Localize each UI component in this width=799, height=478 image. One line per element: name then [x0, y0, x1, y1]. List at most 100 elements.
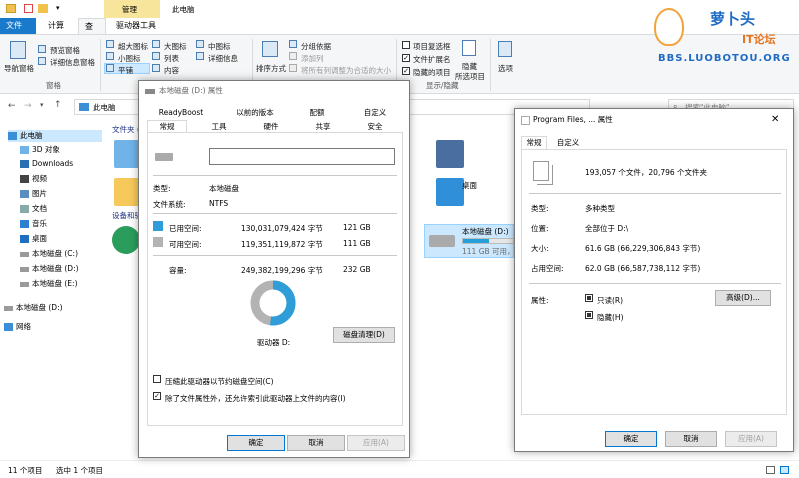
apply-button[interactable]: 应用(A) — [347, 435, 405, 451]
nav-item-pictures[interactable]: 图片 — [20, 188, 47, 200]
nav-pane-icon[interactable] — [10, 41, 26, 59]
tab-customize[interactable]: 自定义 — [347, 107, 403, 119]
apply-button[interactable]: 应用(A) — [725, 431, 777, 447]
tab-previous-versions[interactable]: 以前的版本 — [223, 107, 287, 119]
nav-item-desktop[interactable]: 桌面 — [20, 233, 47, 245]
address-text: 此电脑 — [93, 103, 116, 112]
fit-columns-icon — [289, 64, 297, 72]
drive-d-tile[interactable]: 本地磁盘 (D:) 111 GB 可用， — [424, 224, 515, 258]
nav-item-this-pc[interactable]: 此电脑 — [8, 130, 102, 142]
up-arrow-icon[interactable]: ↑ — [54, 101, 62, 110]
nav-pane-button[interactable]: 导航窗格 — [4, 63, 34, 74]
compress-checkbox[interactable] — [153, 375, 161, 383]
ok-button[interactable]: 确定 — [227, 435, 285, 451]
hidden-label: 隐藏(H) — [597, 313, 624, 322]
fit-columns-button[interactable]: 将所有列调整为合适的大小 — [301, 65, 391, 76]
item-checkboxes-checkbox[interactable] — [402, 41, 410, 49]
qat-dropdown-icon[interactable]: ▾ — [56, 5, 60, 12]
layout-list[interactable]: 列表 — [164, 53, 179, 64]
properties-qat-icon[interactable] — [24, 4, 33, 13]
layout-details[interactable]: 详细信息 — [208, 53, 238, 64]
section-folders-header[interactable]: 文件夹 ( — [112, 126, 140, 134]
tab-drive-tools[interactable]: 驱动器工具 — [110, 18, 166, 34]
disk-usage-donut — [250, 280, 296, 326]
preview-pane-button[interactable]: 预览窗格 — [50, 45, 80, 56]
layout-large-icons[interactable]: 大图标 — [164, 41, 187, 52]
advanced-button[interactable]: 高级(D)... — [715, 290, 771, 306]
desktop-folder-icon[interactable] — [436, 178, 464, 206]
tiles-view-icon[interactable] — [780, 466, 789, 474]
capacity-label: 容量: — [169, 266, 187, 275]
indeterminate-mark — [587, 296, 591, 300]
dialog-titlebar: Program Files, ... 属性 ✕ — [515, 109, 793, 131]
logo-line2: IT论坛 — [742, 33, 776, 46]
cancel-button[interactable]: 取消 — [665, 431, 717, 447]
tab-file[interactable]: 文件 — [0, 18, 36, 34]
nav-item-3d-objects[interactable]: 3D 对象 — [20, 144, 60, 156]
file-count: 193,057 个文件，20,796 个文件夹 — [585, 168, 708, 177]
hidden-items-checkbox[interactable]: ✓ — [402, 67, 410, 75]
readonly-checkbox[interactable] — [585, 294, 593, 302]
close-icon[interactable]: ✕ — [771, 115, 779, 125]
xl-icons-icon — [106, 40, 114, 48]
layout-tiles[interactable]: 平铺 — [118, 65, 133, 76]
layout-medium-icons[interactable]: 中图标 — [208, 41, 231, 52]
nav-item-documents[interactable]: 文档 — [20, 203, 47, 215]
document-icon — [20, 205, 29, 213]
cancel-button[interactable]: 取消 — [287, 435, 345, 451]
sort-by-button[interactable]: 排序方式 — [256, 63, 286, 74]
download-icon — [20, 160, 29, 168]
forum-logo: 萝卜头 IT论坛 BBS.LUOBOTOU.ORG — [650, 2, 796, 68]
forward-arrow-icon[interactable]: → — [24, 102, 32, 111]
size-label: 大小: — [531, 244, 549, 253]
recent-dropdown-icon[interactable]: ▾ — [40, 102, 44, 109]
hide-selected-icon[interactable] — [462, 40, 476, 56]
disk-size-value: 62.0 GB (66,587,738,112 字节) — [585, 264, 701, 273]
nav-item-music[interactable]: 音乐 — [20, 218, 47, 230]
tab-readyboost[interactable]: ReadyBoost — [149, 107, 213, 119]
tab-general[interactable]: 常规 — [521, 136, 547, 149]
used-space-swatch — [153, 221, 163, 231]
tab-computer[interactable]: 计算机 — [42, 18, 76, 46]
nav-item-network[interactable]: 网络 — [4, 321, 31, 333]
hidden-checkbox[interactable] — [585, 311, 593, 319]
dialog-title: 本地磁盘 (D:) 属性 — [159, 86, 223, 95]
drive-letter-label: 驱动器 D: — [257, 338, 291, 347]
nav-item-drive-d[interactable]: 本地磁盘 (D:) — [20, 263, 79, 275]
drive-name-input[interactable] — [209, 148, 395, 165]
back-arrow-icon[interactable]: ← — [8, 102, 16, 111]
sort-icon[interactable] — [262, 41, 278, 57]
drive-app-icon[interactable] — [112, 226, 140, 254]
nav-item-downloads[interactable]: Downloads — [20, 158, 73, 170]
drive-d-free: 111 GB 可用， — [462, 247, 515, 256]
ok-button[interactable]: 确定 — [605, 431, 657, 447]
file-ext-checkbox[interactable]: ✓ — [402, 54, 410, 62]
details-pane-button[interactable]: 详细信息窗格 — [50, 57, 95, 68]
options-button[interactable]: 选项 — [498, 63, 513, 74]
nav-item-drive-c[interactable]: 本地磁盘 (C:) — [20, 248, 78, 260]
layout-xl-icons[interactable]: 超大图标 — [118, 41, 148, 52]
layout-content[interactable]: 内容 — [164, 65, 179, 76]
disk-cleanup-button[interactable]: 磁盘清理(D) — [333, 327, 395, 343]
group-by-button[interactable]: 分组依据 — [301, 41, 331, 52]
nav-item-drive-e[interactable]: 本地磁盘 (E:) — [20, 278, 78, 290]
drive-icon — [4, 306, 13, 311]
tab-quota[interactable]: 配额 — [289, 107, 345, 119]
tab-customize[interactable]: 自定义 — [551, 137, 585, 149]
index-checkbox[interactable]: ✓ — [153, 392, 161, 400]
music-icon — [20, 220, 29, 228]
tab-view[interactable]: 查看 — [78, 18, 106, 47]
nav-item-drive-d-root[interactable]: 本地磁盘 (D:) — [4, 302, 63, 314]
tiles-icon — [106, 64, 114, 72]
nav-item-videos[interactable]: 视频 — [20, 173, 47, 185]
general-tab-panel — [521, 149, 787, 415]
videos-folder-icon[interactable] — [436, 140, 464, 168]
details-view-icon[interactable] — [766, 466, 775, 474]
capacity-gb: 232 GB — [343, 265, 371, 274]
drive-icon — [20, 252, 29, 257]
desktop-label: 桌面 — [462, 181, 477, 190]
options-icon[interactable] — [498, 41, 512, 57]
newfolder-qat-icon[interactable] — [38, 4, 48, 13]
used-space-label: 已用空间: — [169, 224, 202, 233]
add-column-button[interactable]: 添加列 — [301, 53, 324, 64]
